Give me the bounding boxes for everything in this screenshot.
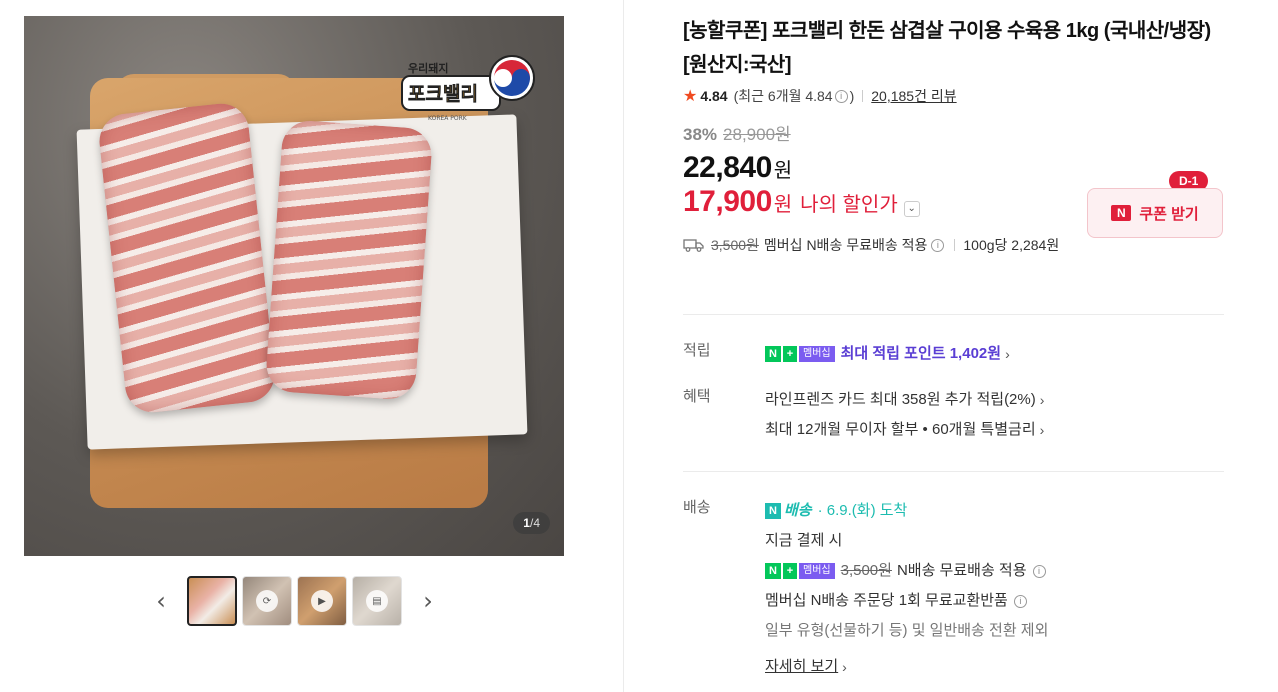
naver-n-icon: N xyxy=(765,563,781,579)
naver-n-icon: N xyxy=(1111,205,1132,221)
membership-tag: 멤버십 xyxy=(799,346,835,362)
delivery-label: 배송 xyxy=(683,499,711,516)
arrival-date: · 6.9.(화) 도착 xyxy=(817,502,908,519)
thumbnail-2[interactable]: ⟳ xyxy=(242,576,292,626)
svg-text:포크밸리: 포크밸리 xyxy=(408,83,478,105)
star-icon: ★ xyxy=(683,88,698,105)
my-discount-label: 나의 할인가 xyxy=(800,194,898,216)
points-section: 적립 N + 멤버십 최대 적립 포인트 1,402원 › xyxy=(683,339,1010,369)
rating-score: 4.84 xyxy=(700,88,728,104)
rotate-360-icon: ⟳ xyxy=(256,590,278,612)
chevron-right-icon: › xyxy=(1005,346,1010,362)
free-exchange-text: 멤버십 N배송 주문당 1회 무료교환반품 xyxy=(765,592,1008,609)
free-shipping-row: N + 멤버십 3,500원 N배송 무료배송 적용 i xyxy=(765,556,1048,586)
discount-row: 38% 28,900원 xyxy=(683,120,1224,145)
column-divider xyxy=(623,0,624,692)
price-row: 22,840 원 xyxy=(683,151,1224,185)
unit-price: 100g당 2,284원 xyxy=(963,237,1060,253)
coupon-button-label: 쿠폰 받기 xyxy=(1139,205,1199,223)
review-count-link[interactable]: 20,185건 리뷰 xyxy=(871,86,956,106)
play-icon: ▶ xyxy=(311,590,333,612)
truck-icon xyxy=(683,239,704,252)
info-icon[interactable]: i xyxy=(931,238,945,252)
details-link-row[interactable]: 자세히 보기 › xyxy=(765,652,1048,682)
section-divider xyxy=(683,471,1224,472)
max-points-text: 최대 적립 포인트 1,402원 xyxy=(840,345,1002,362)
chevron-right-icon: › xyxy=(1039,422,1045,438)
chevron-right-icon[interactable]: › xyxy=(417,576,439,626)
shipping-row: 3,500원 멤버십 N배송 무료배송 적용 i 100g당 2,284원 xyxy=(683,235,1224,255)
sale-price-unit: 원 xyxy=(773,160,793,182)
thumbnail-1[interactable] xyxy=(187,576,237,626)
chevron-left-icon[interactable]: ‹ xyxy=(150,576,172,626)
divider xyxy=(862,90,864,102)
shipping-fee-original: 3,500원 xyxy=(711,237,759,253)
rating-recent: (최근 6개월 4.84 xyxy=(733,88,833,104)
delivery-section: 배송 N 배송 · 6.9.(화) 도착 지금 결제 시 N + 멤버십 3,500원… xyxy=(683,496,1048,682)
info-icon[interactable]: i xyxy=(1013,594,1027,608)
delivery-eta-row: N 배송 · 6.9.(화) 도착 xyxy=(765,496,1048,526)
benefit-card-text: 라인프렌즈 카드 최대 358원 추가 적립(2%) xyxy=(765,391,1036,408)
product-main-image[interactable]: 우리돼지 포크밸리 KOREA PORK 1/4 xyxy=(24,16,564,556)
image-counter: 1/4 xyxy=(513,512,550,534)
info-icon[interactable]: i xyxy=(834,89,848,103)
benefit-card-link[interactable]: 라인프렌즈 카드 최대 358원 추가 적립(2%) › xyxy=(765,385,1044,415)
benefit-installment-link[interactable]: 최대 12개월 무이자 할부 • 60개월 특별금리 › xyxy=(765,415,1044,445)
pork-belly-slice xyxy=(264,119,434,401)
section-divider xyxy=(683,314,1224,315)
thumbnail-3[interactable]: ▶ xyxy=(297,576,347,626)
chevron-right-icon: › xyxy=(1039,392,1045,408)
free-shipping-text: N배송 무료배송 적용 xyxy=(896,562,1027,579)
plus-icon: + xyxy=(783,563,797,579)
benefit-section: 혜택 라인프렌즈 카드 최대 358원 추가 적립(2%) › 최대 12개월 … xyxy=(683,385,1044,445)
n-delivery-icon: N xyxy=(765,503,781,519)
my-discount-price-unit: 원 xyxy=(773,194,793,216)
n-delivery-badge: N 배송 xyxy=(765,496,812,526)
exclusion-text: 일부 유형(선물하기 등) 및 일반배송 전환 제외 xyxy=(765,622,1049,639)
my-discount-price: 17,900 xyxy=(683,185,772,218)
naver-n-icon: N xyxy=(765,346,781,362)
free-exchange-row: 멤버십 N배송 주문당 1회 무료교환반품 i xyxy=(765,586,1048,616)
points-label: 적립 xyxy=(683,342,711,359)
divider xyxy=(954,239,956,251)
chevron-down-icon[interactable]: ⌄ xyxy=(903,200,920,217)
membership-badge: N + 멤버십 xyxy=(765,346,835,362)
free-shipping-original-fee: 3,500원 xyxy=(840,562,892,579)
membership-tag: 멤버십 xyxy=(799,563,835,579)
thumbnail-4[interactable]: ▤ xyxy=(352,576,402,626)
benefit-installment-text: 최대 12개월 무이자 할부 • 60개월 특별금리 xyxy=(765,421,1036,438)
discount-rate: 38% xyxy=(683,125,718,144)
shipping-text: 멤버십 N배송 무료배송 적용 xyxy=(763,237,928,253)
original-price: 28,900원 xyxy=(723,125,791,144)
points-link[interactable]: N + 멤버십 최대 적립 포인트 1,402원 › xyxy=(765,339,1010,369)
rating-recent-close: ) xyxy=(849,88,855,104)
rating-row: ★ 4.84 (최근 6개월 4.84 i ) 20,185건 리뷰 xyxy=(683,86,1224,106)
coupon-button[interactable]: N 쿠폰 받기 xyxy=(1087,188,1223,238)
sale-price: 22,840 xyxy=(683,151,772,184)
svg-text:KOREA PORK: KOREA PORK xyxy=(428,115,468,122)
image-counter-total: /4 xyxy=(529,516,540,530)
chevron-right-icon: › xyxy=(842,659,847,675)
plus-icon: + xyxy=(783,346,797,362)
thumbnail-strip: ‹ ⟳ ▶ ▤ › xyxy=(150,576,439,626)
document-icon: ▤ xyxy=(366,590,388,612)
pork-belly-slice xyxy=(96,100,278,416)
info-icon[interactable]: i xyxy=(1032,564,1046,578)
product-title: [농할쿠폰] 포크밸리 한돈 삼겹살 구이용 수육용 1kg (국내산/냉장) … xyxy=(683,20,1211,76)
pay-now-text: 지금 결제 시 xyxy=(765,532,843,549)
benefit-label: 혜택 xyxy=(683,388,711,405)
n-delivery-label: 배송 xyxy=(784,502,812,519)
brand-logo: 우리돼지 포크밸리 KOREA PORK xyxy=(401,55,535,122)
image-counter-current: 1 xyxy=(523,516,530,530)
membership-badge: N + 멤버십 xyxy=(765,563,835,579)
svg-text:우리돼지: 우리돼지 xyxy=(408,61,448,75)
more-details-link[interactable]: 자세히 보기 xyxy=(765,652,838,682)
